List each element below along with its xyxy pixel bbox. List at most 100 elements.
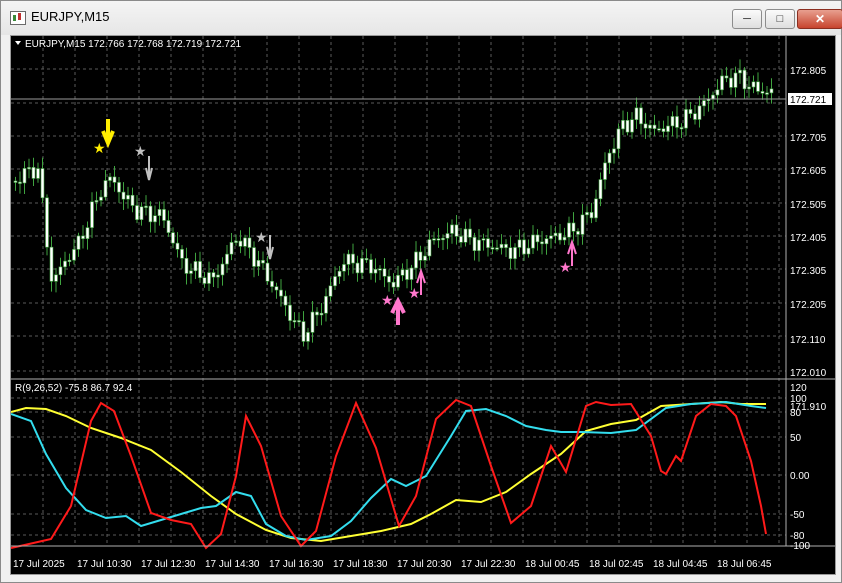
candle-body [720,75,724,91]
candle-body [522,239,526,255]
title-bar[interactable]: EURJPY,M15 ─ □ ✕ [1,1,842,35]
sell-arrow-icon [266,235,274,260]
candle-body [657,128,661,131]
candle-body [193,261,198,272]
candle-body [558,232,562,241]
candle-body [769,88,774,94]
candle-body [553,232,558,237]
candle-body [328,285,333,297]
candle-body [333,276,337,287]
candle-body [166,220,171,233]
price-tick: 172.505 [790,200,827,211]
candle-body [517,239,522,248]
candle-body [571,222,576,232]
candle-body [369,259,373,274]
candle-body [436,238,441,241]
candle-body [54,274,58,282]
candle-body [675,116,679,128]
candle-body [18,181,22,184]
candle-body [252,247,256,267]
candle-body [135,205,139,220]
chart-grid [11,36,786,546]
candle-body [220,263,225,276]
candle-body [292,320,297,323]
candle-body [301,321,306,342]
candle-body [202,277,207,284]
sell-arrow-icon [145,156,153,181]
candle-body [693,113,697,120]
candle-body [733,72,738,88]
candle-body [144,205,148,208]
candle-body [643,123,648,129]
candle-body [468,228,472,238]
candle-body [162,209,166,221]
candle-body [279,289,283,297]
sell-arrow-icon [101,119,115,149]
candle-body [90,201,94,228]
candle-body [621,120,625,130]
candle-body [225,253,229,265]
candle-body [459,236,463,243]
candle-body [607,152,612,164]
candle-body [112,176,117,183]
candle-body [121,191,126,200]
candle-body [180,249,184,259]
candle-body [319,312,324,316]
time-label: 17 Jul 10:30 [77,559,132,570]
candle-body [171,232,175,244]
price-tick: 172.705 [790,133,827,144]
window-title: EURJPY,M15 [31,9,110,24]
candle-body [207,272,211,284]
candle-body [310,311,315,333]
indicator-tick: 50 [790,433,802,444]
symbol-info: EURJPY,M15 172.766 172.768 172.719 172.7… [25,39,242,50]
candle-body [396,275,400,288]
candle-body [67,259,72,262]
red-indicator-line [11,398,767,550]
time-label: 17 Jul 20:30 [397,559,452,570]
candle-body [234,240,238,243]
candle-body [94,200,99,203]
buy-arrow-icon [390,296,406,325]
current-price-label: 172.721 [790,95,827,106]
time-label: 17 Jul 18:30 [333,559,388,570]
candle-body [265,262,270,282]
candle-body [184,257,189,274]
candle-body [648,124,652,129]
candle-body [634,107,639,121]
close-button[interactable]: ✕ [797,9,842,29]
time-axis: 17 Jul 2025 17 Jul 10:30 17 Jul 12:30 17… [13,559,772,570]
candle-body [270,280,274,287]
candle-body [418,251,423,261]
indicator-tick: 120 [790,383,807,394]
chart-canvas[interactable]: ★ ★ ★ ★ ★ ★ EURJPY,M15 172.766 172.768 172.71… [10,35,836,575]
candle-body [211,272,216,278]
candle-body [576,231,580,235]
candle-body [13,180,18,183]
time-label: 18 Jul 02:45 [589,559,644,570]
candle-body [742,69,747,90]
candle-body [589,212,594,219]
minimize-button[interactable]: ─ [732,9,762,29]
minimize-icon: ─ [743,13,751,25]
time-label: 17 Jul 16:30 [269,559,324,570]
candle-body [247,237,252,248]
time-label: 17 Jul 22:30 [461,559,516,570]
candle-body [351,253,355,264]
candle-body [409,267,414,280]
candle-body [283,295,288,306]
candle-body [306,332,310,342]
maximize-button[interactable]: □ [765,9,795,29]
close-icon: ✕ [814,12,826,26]
candle-body [616,128,621,150]
candle-body [450,224,454,234]
indicator-tick: -50 [790,510,805,521]
candle-body [238,240,243,247]
candle-body [747,86,751,90]
star-icon: ★ [93,141,106,157]
candle-body [603,162,607,180]
indicator-tick: -100 [790,541,810,552]
candle-body [373,269,378,274]
symbol-dropdown-icon[interactable] [15,41,21,45]
candle-body [36,168,40,179]
